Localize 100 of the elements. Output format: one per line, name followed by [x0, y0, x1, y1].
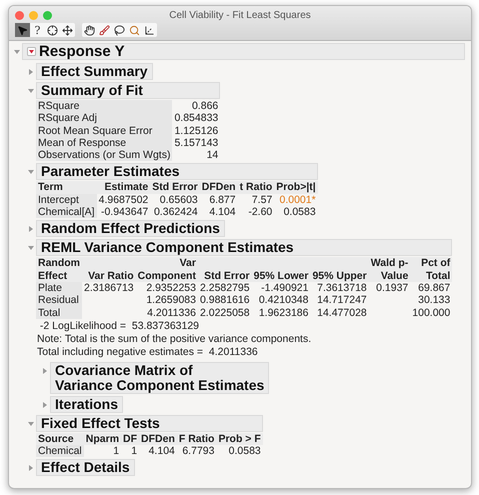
- row-label: Chemical: [36, 445, 84, 458]
- search-icon: [129, 24, 140, 36]
- table-cell-text: 30.133: [417, 294, 452, 307]
- help-icon: ?: [34, 24, 40, 36]
- row-label: Mean of Response: [36, 136, 172, 150]
- table-cell-text: -2.60: [247, 206, 274, 218]
- column-header: Random Effect: [36, 257, 82, 282]
- column-header: Prob > F: [216, 432, 263, 446]
- table-cell-text: 2.2582795: [198, 282, 251, 294]
- column-header: Std Error: [150, 181, 200, 194]
- column-header: Prob>|t|: [274, 181, 318, 194]
- column-header: Source: [36, 432, 84, 446]
- report-heading[interactable]: Response Y: [22, 43, 465, 60]
- column-header: DFDen: [139, 432, 177, 446]
- expand-triangle-icon[interactable]: [27, 225, 35, 234]
- column-header: DFDen: [200, 181, 238, 194]
- column-header: F Ratio: [176, 432, 216, 446]
- collapse-triangle-icon[interactable]: [27, 87, 35, 95]
- window-title: Cell Viability - Fit Least Squares: [168, 10, 312, 20]
- expand-triangle-icon[interactable]: [27, 464, 35, 472]
- tool-button[interactable]: [97, 23, 112, 37]
- table-cell-text: 0.4210348: [258, 294, 310, 307]
- table-cell-text: 14.477028: [316, 306, 368, 319]
- table-cell: 69.867: [410, 282, 452, 294]
- section-heading[interactable]: Summary of Fit: [36, 82, 220, 99]
- report-note: Note: Total is the sum of the positive variance components.: [36, 333, 312, 346]
- tool-button[interactable]: [60, 23, 75, 37]
- section-heading[interactable]: Parameter Estimates: [36, 163, 318, 180]
- tool-button[interactable]: [45, 23, 60, 37]
- table-cell-text: 14: [206, 149, 220, 162]
- column-header: 95% Lower: [252, 257, 310, 282]
- table-cell-text: 1.125126: [173, 124, 220, 137]
- column-header: Term: [36, 181, 97, 194]
- row-label: Chemical[A]: [36, 206, 97, 218]
- tool-button[interactable]: [112, 23, 127, 37]
- table-cell-text: 0.854833: [173, 112, 220, 125]
- table-cell-text: 0.362424: [152, 206, 199, 218]
- report-title: Response Y: [39, 44, 125, 59]
- table-cell: -1.490921: [252, 282, 310, 294]
- column-header: Estimate: [96, 181, 150, 194]
- table-cell: 0.0001*: [274, 194, 318, 206]
- section-heading[interactable]: Covariance Matrix of Variance Component Estimates: [50, 362, 270, 394]
- section-heading[interactable]: REML Variance Component Estimates: [36, 239, 452, 256]
- row-label: RSquare Adj: [36, 112, 172, 125]
- table-cell: 0.0583: [216, 445, 263, 458]
- tool-button[interactable]: [82, 23, 97, 37]
- table-cell: 6.7793: [176, 445, 216, 458]
- table-cell: 2.3186713: [82, 282, 136, 294]
- table-cell: 2.9352253: [136, 282, 198, 294]
- table-cell-text: 4.2011336: [146, 306, 197, 319]
- expand-triangle-icon[interactable]: [41, 366, 49, 375]
- table-cell-text: 0.0583: [282, 206, 317, 218]
- section-heading[interactable]: Effect Details: [36, 459, 135, 476]
- collapse-triangle-icon[interactable]: [27, 168, 35, 176]
- table-cell-text: 1.2659083: [145, 294, 197, 307]
- report-note: -2 LogLikelihood = 53.837363129: [38, 320, 200, 332]
- crosshair-icon: [47, 24, 58, 36]
- close-button[interactable]: [15, 10, 24, 20]
- section-heading[interactable]: Iterations: [50, 396, 124, 413]
- column-header: Pct of Total: [410, 257, 452, 282]
- expand-triangle-icon[interactable]: [27, 68, 35, 76]
- table-cell: 6.877: [200, 194, 238, 206]
- table-cell-text: 5.157143: [173, 136, 220, 150]
- row-label: Root Mean Square Error: [36, 124, 172, 137]
- column-header: Nparm: [84, 432, 122, 446]
- pointer-icon: [17, 24, 28, 36]
- table-cell: -0.943647: [96, 206, 150, 218]
- table-cell-text: 4.104: [208, 206, 237, 218]
- collapse-triangle-icon[interactable]: [27, 244, 35, 252]
- menu-hotspot-icon[interactable]: [27, 47, 36, 56]
- table-cell: 7.3613718: [310, 282, 369, 294]
- section-heading[interactable]: Random Effect Predictions: [36, 220, 225, 238]
- table-cell-text: 1.9623186: [258, 306, 310, 319]
- minimize-button[interactable]: [29, 10, 38, 20]
- table-cell: 4.9687502: [96, 194, 150, 206]
- table-cell-text: 0.9881616: [198, 294, 251, 307]
- table-cell: 4.104: [139, 445, 177, 458]
- column-header: Var Ratio: [82, 257, 136, 282]
- row-label: RSquare: [36, 100, 172, 112]
- table-cell-text: 14.717247: [316, 294, 368, 307]
- report-note: Total including negative estimates = 4.2011336: [36, 346, 259, 359]
- axes-icon: [144, 24, 155, 36]
- table-cell-text: 100.000: [411, 306, 452, 319]
- move-icon: [62, 24, 73, 36]
- collapse-triangle-icon[interactable]: [27, 420, 35, 428]
- hand-icon: [84, 24, 95, 36]
- expand-triangle-icon[interactable]: [41, 400, 49, 409]
- table-cell-text: 2.0225058: [198, 306, 251, 319]
- zoom-button[interactable]: [43, 10, 52, 20]
- brush-icon: [99, 24, 110, 36]
- table-cell: 0.65603: [150, 194, 200, 206]
- column-header: Var Component: [136, 257, 198, 282]
- row-label: Total: [36, 306, 82, 319]
- section-heading[interactable]: Fixed Effect Tests: [36, 414, 263, 432]
- collapse-triangle-icon[interactable]: [13, 48, 21, 56]
- table-cell: 1: [121, 445, 140, 458]
- column-header: Wald p- Value: [368, 257, 410, 282]
- row-label: Residual: [36, 294, 82, 307]
- section-heading[interactable]: Effect Summary: [36, 63, 153, 80]
- column-header: 95% Upper: [310, 257, 369, 282]
